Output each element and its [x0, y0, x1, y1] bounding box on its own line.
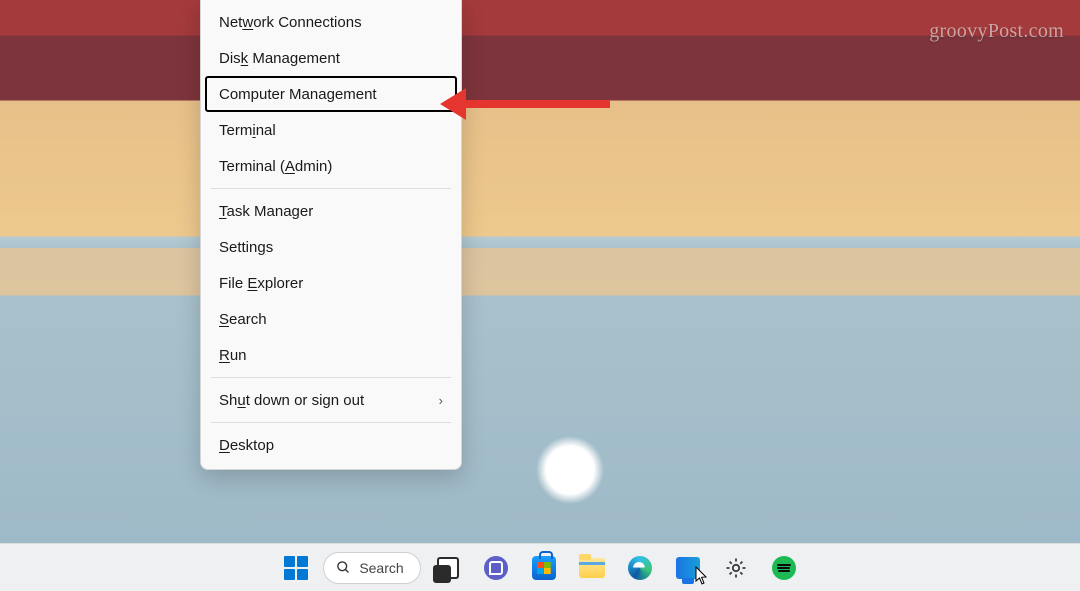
menu-item-label: Computer Management	[219, 86, 377, 103]
menu-item-label: Settings	[219, 239, 273, 256]
search-label: Search	[359, 560, 403, 576]
settings-button[interactable]	[715, 547, 757, 589]
menu-terminal[interactable]: Terminal	[205, 112, 457, 148]
menu-separator	[211, 422, 451, 423]
menu-terminal-admin[interactable]: Terminal (Admin)	[205, 148, 457, 184]
task-view-button[interactable]	[427, 547, 469, 589]
windows-logo-icon	[284, 556, 308, 580]
winx-context-menu: Network Connections Disk Management Comput…	[200, 0, 462, 470]
store-icon	[532, 556, 556, 580]
menu-item-label: Disk Management	[219, 50, 340, 67]
search-icon	[336, 560, 351, 575]
taskbar-center: Search	[275, 547, 804, 589]
menu-disk-management[interactable]: Disk Management	[205, 40, 457, 76]
file-explorer-button[interactable]	[571, 547, 613, 589]
menu-computer-management[interactable]: Computer Management	[205, 76, 457, 112]
menu-search[interactable]: Search	[205, 301, 457, 337]
folder-icon	[579, 558, 605, 578]
chevron-right-icon: ›	[439, 393, 443, 408]
desktop-wallpaper	[0, 0, 1080, 591]
gear-icon	[724, 556, 748, 580]
menu-item-label: Search	[219, 311, 267, 328]
spotify-icon	[772, 556, 796, 580]
menu-item-label: Shut down or sign out	[219, 392, 364, 409]
menu-settings[interactable]: Settings	[205, 229, 457, 265]
edge-icon	[628, 556, 652, 580]
menu-desktop[interactable]: Desktop	[205, 427, 457, 463]
menu-network-connections[interactable]: Network Connections	[205, 4, 457, 40]
menu-shut-down[interactable]: Shut down or sign out ›	[205, 382, 457, 418]
task-view-icon	[437, 557, 459, 579]
chat-button[interactable]	[475, 547, 517, 589]
menu-task-manager[interactable]: Task Manager	[205, 193, 457, 229]
menu-item-label: Terminal (Admin)	[219, 158, 332, 175]
menu-item-label: File Explorer	[219, 275, 303, 292]
menu-item-label: Task Manager	[219, 203, 313, 220]
chat-icon	[484, 556, 508, 580]
menu-item-label: Desktop	[219, 437, 274, 454]
menu-item-label: Network Connections	[219, 14, 362, 31]
menu-separator	[211, 188, 451, 189]
taskbar: Search	[0, 543, 1080, 591]
copilot-icon	[676, 557, 700, 579]
microsoft-store-button[interactable]	[523, 547, 565, 589]
start-button[interactable]	[275, 547, 317, 589]
spotify-button[interactable]	[763, 547, 805, 589]
copilot-button[interactable]	[667, 547, 709, 589]
menu-file-explorer[interactable]: File Explorer	[205, 265, 457, 301]
menu-run[interactable]: Run	[205, 337, 457, 373]
menu-item-label: Run	[219, 347, 247, 364]
menu-item-label: Terminal	[219, 122, 276, 139]
menu-separator	[211, 377, 451, 378]
edge-button[interactable]	[619, 547, 661, 589]
search-button[interactable]: Search	[323, 552, 420, 584]
